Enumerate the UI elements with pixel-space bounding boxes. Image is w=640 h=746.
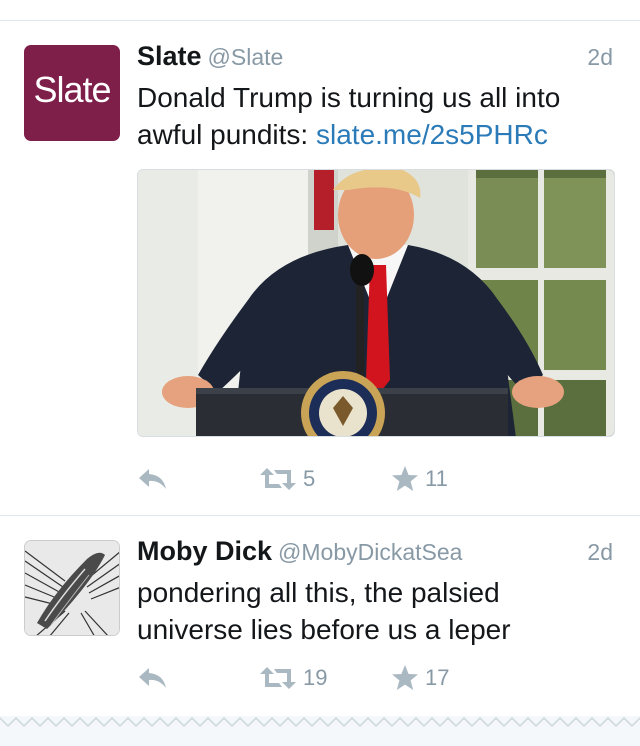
- author-handle[interactable]: @MobyDickatSea: [278, 539, 462, 565]
- torn-edge-divider: [0, 716, 640, 728]
- retweet-count: 19: [303, 665, 328, 690]
- tweet-header: Slate @Slate 2d: [137, 41, 617, 75]
- timestamp[interactable]: 2d: [587, 539, 613, 566]
- like-count: 17: [425, 665, 450, 690]
- star-icon: [392, 466, 418, 491]
- reply-icon: [139, 668, 166, 688]
- reply-button[interactable]: [137, 461, 169, 497]
- tweet-header: Moby Dick @MobyDickatSea 2d: [137, 536, 617, 570]
- avatar[interactable]: Slate: [24, 45, 120, 141]
- tweet-photo[interactable]: [137, 169, 615, 437]
- tweet-actions: 5 11: [137, 461, 537, 497]
- reply-button[interactable]: [137, 660, 169, 696]
- author-name[interactable]: Slate: [137, 41, 202, 71]
- tweet[interactable]: Moby Dick @MobyDickatSea 2d pondering all…: [0, 516, 640, 716]
- trump-podium-photo: [138, 170, 614, 436]
- retweet-icon: [260, 468, 296, 490]
- tweet-link[interactable]: slate.me/2s5PHRc: [316, 119, 548, 150]
- like-count: 11: [425, 466, 448, 491]
- like-button[interactable]: 11: [391, 461, 448, 497]
- reply-icon: [139, 469, 166, 489]
- timeline-gap-edge: [0, 716, 640, 746]
- retweet-count: 5: [303, 466, 316, 491]
- slate-logo: Slate: [33, 69, 111, 110]
- author-name[interactable]: Moby Dick: [137, 536, 272, 566]
- tweet-text: Donald Trump is turning us all into awfu…: [137, 79, 607, 153]
- tweet-text: pondering all this, the palsied universe…: [137, 577, 511, 645]
- like-button[interactable]: 17: [391, 660, 449, 696]
- retweet-button[interactable]: 5: [259, 461, 315, 497]
- retweet-button[interactable]: 19: [259, 660, 327, 696]
- tweet-actions: 19 17: [137, 660, 537, 696]
- author-handle[interactable]: @Slate: [208, 44, 284, 70]
- timestamp[interactable]: 2d: [587, 44, 613, 71]
- whale-engraving-image: [25, 541, 119, 635]
- retweet-icon: [260, 667, 296, 689]
- tweet[interactable]: Slate Slate @Slate 2d Donald Trump is tur…: [0, 21, 640, 515]
- star-icon: [392, 665, 418, 690]
- avatar[interactable]: [24, 540, 120, 636]
